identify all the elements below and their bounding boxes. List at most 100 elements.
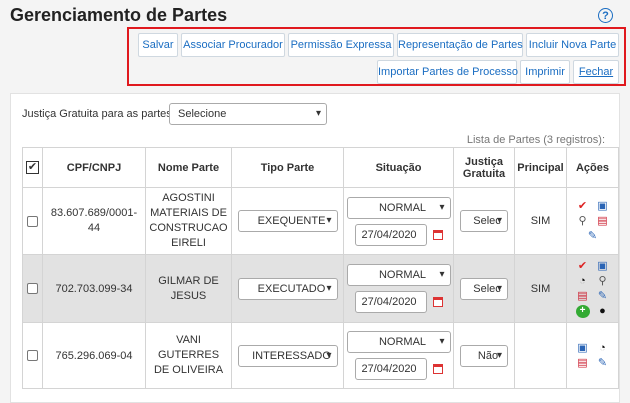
nome-line: AGOSTINI [162, 192, 215, 204]
hide-icon[interactable]: ◔ [596, 342, 610, 355]
nome-line: JESUS [170, 289, 207, 302]
hide-icon[interactable]: ◔ [576, 275, 590, 288]
date-input[interactable]: 27/04/2020 [354, 291, 427, 313]
calendar-icon[interactable] [432, 229, 443, 240]
nome-line: GILMAR DE [158, 274, 219, 287]
situacao-value: NORMAL [378, 201, 427, 214]
justica-row-select[interactable]: Selec ▾ [460, 210, 508, 232]
nome-line: EIRELI [171, 237, 206, 249]
document-icon[interactable]: ▣ [576, 342, 590, 355]
header-cpf: CPF/CNPJ [42, 147, 146, 188]
cpf-line: 44 [87, 222, 101, 234]
principal-cell [514, 322, 567, 389]
nome-cell: VANI GUTERRES DE OLIVEIRA [145, 322, 232, 389]
nome-line: CONSTRUCAO [149, 222, 228, 234]
chevron-down-icon: ▾ [439, 269, 445, 280]
principal-cell: SIM [514, 187, 567, 255]
justica-label: Justiça Gratuita para as partes [22, 108, 172, 120]
justica-row-select[interactable]: Não ▾ [460, 344, 508, 367]
header-acoes: Ações [566, 147, 619, 188]
justica-row-select[interactable]: Selec ▾ [460, 277, 508, 300]
check-icon[interactable]: ✔ [576, 260, 590, 273]
salvar-button[interactable]: Salvar [138, 33, 178, 57]
tipo-select[interactable]: EXECUTADO ▾ [237, 277, 338, 300]
tipo-value: EXECUTADO [257, 282, 326, 295]
situacao-value: NORMAL [378, 269, 427, 281]
edit-icon[interactable]: ✎ [596, 357, 610, 370]
chevron-down-icon: ▾ [496, 349, 502, 361]
table-row: 702.703.099-34 GILMAR DE JESUS EXECUTADO… [22, 254, 619, 323]
chevron-down-icon: ▾ [326, 282, 332, 294]
header-justica-line2: Gratuita [462, 167, 506, 180]
date-input[interactable]: 27/04/2020 [354, 223, 427, 246]
header-principal: Principal [514, 147, 567, 188]
chevron-down-icon: ▾ [315, 108, 321, 119]
representacao-partes-button[interactable]: Representação de Partes [397, 33, 523, 57]
associar-procurador-button[interactable]: Associar Procurador [181, 33, 285, 57]
date-input[interactable]: 27/04/2020 [354, 358, 427, 380]
nome-cell: GILMAR DE JESUS [145, 254, 232, 323]
chevron-down-icon: ▾ [439, 201, 445, 213]
calendar-icon[interactable] [432, 297, 443, 308]
partes-table: ✔ CPF/CNPJ Nome Parte Tipo Parte Situaçã… [22, 147, 619, 389]
importar-partes-button[interactable]: Importar Partes de Processo [377, 60, 518, 84]
nome-line: MATERIAIS DE [150, 207, 227, 219]
chevron-down-icon: ▾ [326, 215, 332, 226]
chevron-down-icon: ▾ [496, 282, 502, 294]
edit-icon[interactable]: ✎ [596, 290, 610, 303]
permissao-expressa-button[interactable]: Permissão Expressa [288, 33, 394, 57]
fechar-label: Fechar [578, 66, 614, 78]
tipo-select[interactable]: EXEQUENTE ▾ [237, 210, 338, 232]
calendar-icon[interactable] [432, 364, 443, 375]
tipo-value: EXEQUENTE [257, 215, 326, 227]
document-icon[interactable]: ▣ [596, 200, 610, 213]
situacao-value: NORMAL [378, 336, 427, 348]
justica-select[interactable]: Selecione ▾ [169, 103, 327, 125]
header-justica: Justiça Gratuita [453, 147, 515, 188]
list-count: Lista de Partes (3 registros): [466, 134, 605, 146]
row-checkbox[interactable] [27, 350, 38, 362]
header-tipo: Tipo Parte [231, 147, 344, 188]
select-all-header[interactable]: ✔ [22, 147, 43, 188]
row-checkbox[interactable] [27, 283, 38, 295]
fechar-button[interactable]: Fechar [573, 60, 619, 84]
page-title: Gerenciamento de Partes [10, 5, 228, 25]
check-icon[interactable]: ✔ [576, 200, 590, 213]
situacao-select[interactable]: NORMAL ▾ [346, 264, 451, 286]
situacao-select[interactable]: NORMAL ▾ [346, 196, 451, 219]
principal-cell: SIM [514, 254, 567, 323]
chevron-down-icon: ▾ [496, 215, 502, 226]
cpf-cell: 83.607.689/0001- 44 [42, 187, 146, 255]
header-nome: Nome Parte [145, 147, 232, 188]
note-icon[interactable]: ▤ [576, 357, 590, 370]
search-icon[interactable]: ⚲ [576, 215, 590, 228]
header-situacao: Situação [343, 147, 454, 188]
edit-icon[interactable]: ✎ [586, 230, 600, 243]
document-icon[interactable]: ▣ [596, 260, 610, 273]
note-icon[interactable]: ▤ [596, 215, 610, 228]
help-icon[interactable]: ? [598, 8, 613, 23]
user-icon[interactable]: ● [596, 305, 610, 318]
search-icon[interactable]: ⚲ [596, 275, 610, 288]
chevron-down-icon: ▾ [439, 336, 445, 347]
table-row: 765.296.069-04 VANI GUTERRES DE OLIVEIRA… [22, 322, 619, 389]
cpf-cell: 702.703.099-34 [42, 254, 146, 323]
nome-line: DE OLIVEIRA [153, 364, 224, 376]
add-icon[interactable]: + [575, 304, 590, 318]
situacao-select[interactable]: NORMAL ▾ [346, 331, 451, 353]
row-checkbox[interactable] [27, 215, 38, 227]
imprimir-button[interactable]: Imprimir [520, 60, 570, 84]
justica-select-value: Selecione [178, 108, 227, 120]
select-all-checkbox[interactable]: ✔ [26, 161, 39, 174]
toolbar: Salvar Associar Procurador Permissão Exp… [127, 27, 626, 86]
table-row: 83.607.689/0001- 44 AGOSTINI MATERIAIS D… [22, 187, 619, 255]
cpf-cell: 765.296.069-04 [42, 322, 146, 389]
justica-row-value: Não [477, 349, 499, 362]
tipo-value: INTERESSADO [252, 349, 331, 362]
nome-line: VANI GUTERRES [157, 334, 220, 361]
cpf-line: 83.607.689/0001- [50, 207, 138, 219]
tipo-select[interactable]: INTERESSADO ▾ [237, 344, 338, 367]
incluir-nova-parte-button[interactable]: Incluir Nova Parte [526, 33, 619, 57]
note-icon[interactable]: ▤ [576, 290, 590, 303]
nome-cell: AGOSTINI MATERIAIS DE CONSTRUCAO EIRELI [145, 187, 232, 255]
